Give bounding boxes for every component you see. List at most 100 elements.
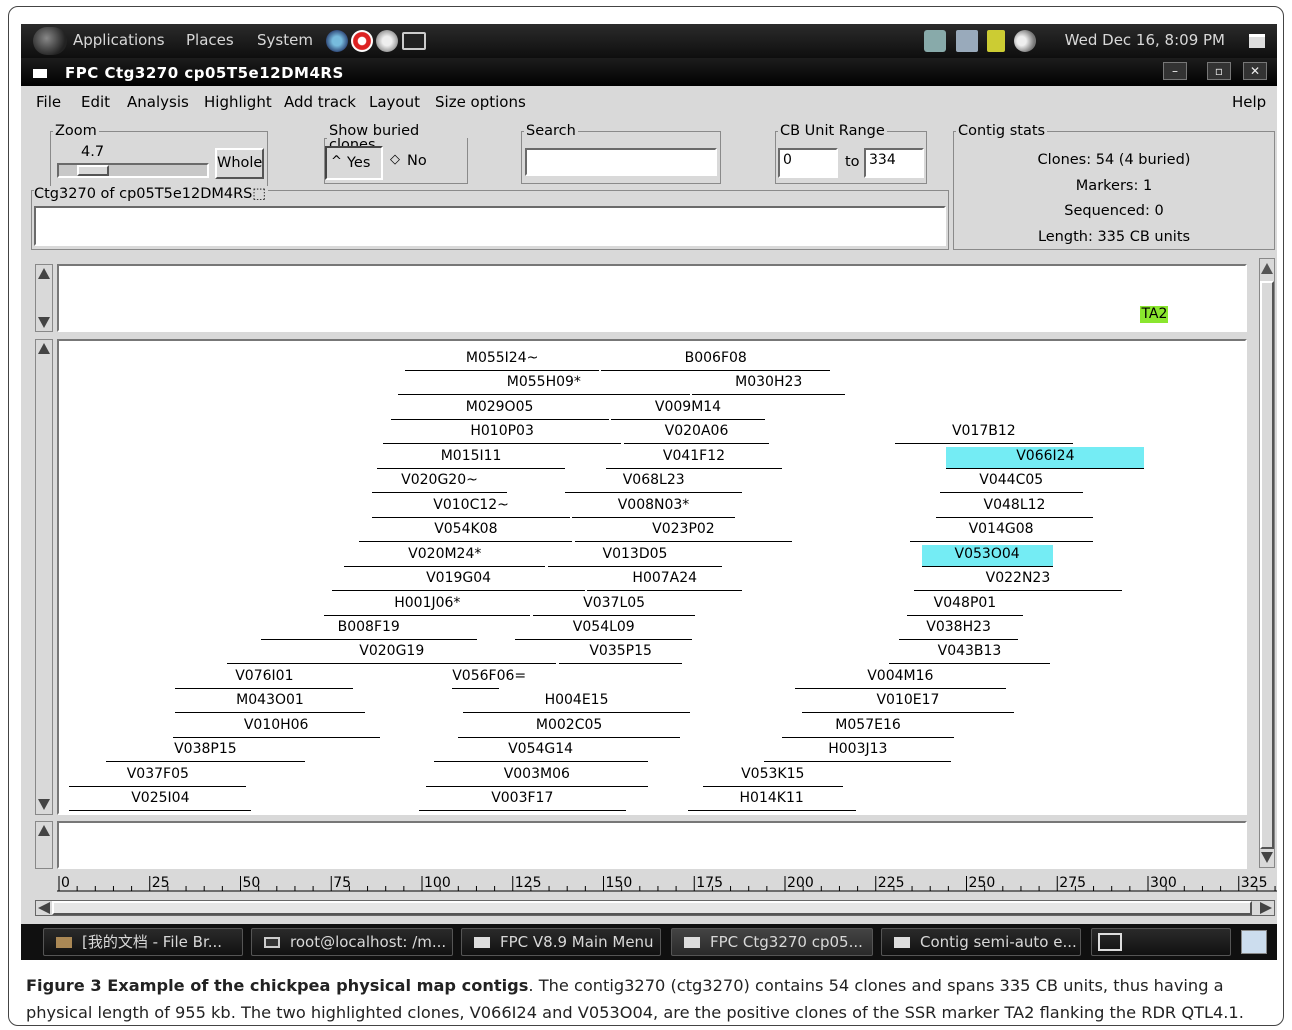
clone-v020a06[interactable]: V020A06 bbox=[623, 422, 770, 445]
network-icon[interactable] bbox=[956, 30, 978, 52]
menu-size-options[interactable]: Size options bbox=[435, 93, 526, 111]
clone-v035p15[interactable]: V035P15 bbox=[558, 642, 683, 665]
scroll-down-icon[interactable] bbox=[1261, 852, 1273, 863]
volume-icon[interactable] bbox=[1014, 30, 1036, 52]
window-titlebar[interactable]: FPC Ctg3270 cp05T5e12DM4RS – ▫ ✕ bbox=[21, 58, 1277, 86]
clone-v017b12[interactable]: V017B12 bbox=[895, 422, 1073, 445]
scroll-up-icon[interactable] bbox=[38, 268, 50, 279]
clone-h007a24[interactable]: H007A24 bbox=[587, 569, 743, 592]
cb-range-to-input[interactable]: 334 bbox=[864, 148, 924, 178]
clone-v053o04[interactable]: V053O04 bbox=[921, 544, 1053, 567]
close-button[interactable]: ✕ bbox=[1243, 62, 1267, 80]
clone-m057e16[interactable]: M057E16 bbox=[782, 716, 954, 738]
menu-edit[interactable]: Edit bbox=[81, 93, 110, 111]
clone-v020g19[interactable]: V020G19 bbox=[227, 642, 557, 665]
clone-h010p03[interactable]: H010P03 bbox=[383, 422, 621, 445]
cb-range-from-input[interactable]: 0 bbox=[778, 148, 838, 178]
mail-icon[interactable] bbox=[376, 30, 398, 52]
clone-v020m24[interactable]: V020M24* bbox=[344, 545, 546, 567]
clone-v038p15[interactable]: V038P15 bbox=[105, 740, 306, 763]
task-fpc-contig[interactable]: FPC Ctg3270 cp05... bbox=[671, 928, 873, 956]
clone-v048l12[interactable]: V048L12 bbox=[936, 496, 1093, 518]
clone-v037l05[interactable]: V037L05 bbox=[532, 594, 696, 616]
clone-v004m16[interactable]: V004M16 bbox=[794, 667, 1007, 689]
task-fpc-main-menu[interactable]: FPC V8.9 Main Menu bbox=[461, 928, 661, 956]
clone-v010h06[interactable]: V010H06 bbox=[172, 716, 380, 738]
applications-menu[interactable]: Applications bbox=[73, 31, 165, 49]
help-icon[interactable] bbox=[351, 30, 373, 52]
clone-v010c12[interactable]: V010C12~ bbox=[372, 496, 571, 518]
clone-v076i01[interactable]: V076I01 bbox=[175, 667, 354, 689]
clone-m030h23[interactable]: M030H23 bbox=[692, 373, 846, 396]
menu-layout[interactable]: Layout bbox=[369, 93, 420, 111]
clone-b006f08[interactable]: B006F08 bbox=[601, 349, 831, 371]
clone-v056f06[interactable]: V056F06= bbox=[452, 667, 526, 689]
zoom-slider-thumb[interactable] bbox=[76, 165, 109, 176]
scroll-up-icon[interactable] bbox=[38, 825, 50, 836]
task-file-browser[interactable]: [我的文档 - File Br... bbox=[43, 928, 243, 956]
clone-v038h23[interactable]: V038H23 bbox=[899, 618, 1019, 640]
clone-v014g08[interactable]: V014G08 bbox=[909, 520, 1093, 543]
marker-track[interactable]: TA2 bbox=[57, 264, 1247, 332]
menu-analysis[interactable]: Analysis bbox=[127, 93, 189, 111]
menu-file[interactable]: File bbox=[36, 93, 61, 111]
clone-m002c05[interactable]: M002C05 bbox=[458, 716, 680, 738]
clone-v025i04[interactable]: V025I04 bbox=[69, 789, 252, 812]
clone-v003m06[interactable]: V003M06 bbox=[426, 765, 648, 787]
clock[interactable]: Wed Dec 16, 8:09 PM bbox=[1065, 31, 1225, 49]
clone-m043o01[interactable]: M043O01 bbox=[175, 691, 365, 714]
clipboard-icon[interactable] bbox=[987, 30, 1005, 52]
clone-h004e15[interactable]: H004E15 bbox=[463, 691, 690, 714]
marker-track-scrollbar[interactable] bbox=[35, 264, 53, 332]
clone-m055h09[interactable]: M055H09* bbox=[398, 373, 690, 396]
clone-v037f05[interactable]: V037F05 bbox=[69, 765, 247, 787]
show-desktop-icon[interactable] bbox=[1249, 34, 1265, 48]
clone-v003f17[interactable]: V003F17 bbox=[418, 789, 626, 812]
bottom-track-scrollbar[interactable] bbox=[35, 821, 53, 869]
scroll-left-icon[interactable] bbox=[38, 902, 50, 914]
clone-v054l09[interactable]: V054L09 bbox=[515, 618, 693, 640]
scroll-up-icon[interactable] bbox=[1261, 263, 1273, 274]
clone-v066i24[interactable]: V066I24 bbox=[946, 446, 1145, 469]
clone-m015i11[interactable]: M015I11 bbox=[377, 447, 566, 469]
ctg-text-field[interactable] bbox=[34, 206, 946, 246]
scroll-right-icon[interactable] bbox=[1260, 902, 1272, 914]
clone-v008n03[interactable]: V008N03* bbox=[572, 496, 735, 518]
clone-v054k08[interactable]: V054K08 bbox=[359, 520, 573, 543]
clone-v044c05[interactable]: V044C05 bbox=[939, 471, 1083, 494]
clone-v054g14[interactable]: V054G14 bbox=[433, 740, 648, 763]
clone-v019g04[interactable]: V019G04 bbox=[332, 569, 586, 592]
buried-yes-radio[interactable]: ^ Yes bbox=[325, 146, 383, 180]
minimize-button[interactable]: – bbox=[1163, 62, 1187, 80]
scroll-down-icon[interactable] bbox=[38, 317, 50, 328]
clone-m029o05[interactable]: M029O05 bbox=[390, 398, 609, 420]
workspace-switcher[interactable] bbox=[1091, 928, 1231, 956]
clone-v010e17[interactable]: V010E17 bbox=[802, 691, 1014, 714]
places-menu[interactable]: Places bbox=[186, 31, 234, 49]
clone-v009m14[interactable]: V009M14 bbox=[611, 398, 765, 420]
clone-v048p01[interactable]: V048P01 bbox=[906, 594, 1024, 616]
marker-ta2[interactable]: TA2 bbox=[1140, 306, 1169, 323]
update-icon[interactable] bbox=[924, 30, 946, 52]
menu-highlight[interactable]: Highlight bbox=[204, 93, 272, 111]
menu-help[interactable]: Help bbox=[1232, 93, 1266, 111]
system-menu[interactable]: System bbox=[257, 31, 313, 49]
clone-h001j06[interactable]: H001J06* bbox=[324, 594, 531, 616]
maximize-button[interactable]: ▫ bbox=[1207, 62, 1231, 80]
clone-v020g20[interactable]: V020G20~ bbox=[372, 471, 508, 494]
scroll-thumb[interactable] bbox=[1260, 281, 1274, 849]
clone-v013d05[interactable]: V013D05 bbox=[547, 545, 723, 567]
empty-track[interactable] bbox=[57, 821, 1247, 869]
clone-v022n23[interactable]: V022N23 bbox=[913, 569, 1122, 592]
scroll-up-icon[interactable] bbox=[38, 343, 50, 354]
menu-add-track[interactable]: Add track bbox=[284, 93, 356, 111]
scroll-down-icon[interactable] bbox=[38, 799, 50, 810]
main-vertical-scrollbar[interactable] bbox=[1259, 258, 1275, 868]
search-input[interactable] bbox=[525, 148, 717, 176]
clone-h014k11[interactable]: H014K11 bbox=[687, 789, 856, 812]
horizontal-scrollbar[interactable] bbox=[35, 900, 1275, 916]
zoom-slider[interactable] bbox=[57, 163, 209, 178]
window-menu-icon[interactable] bbox=[33, 69, 47, 78]
clone-h003j13[interactable]: H003J13 bbox=[764, 740, 952, 763]
horizontal-scroll-thumb[interactable] bbox=[52, 901, 1252, 915]
